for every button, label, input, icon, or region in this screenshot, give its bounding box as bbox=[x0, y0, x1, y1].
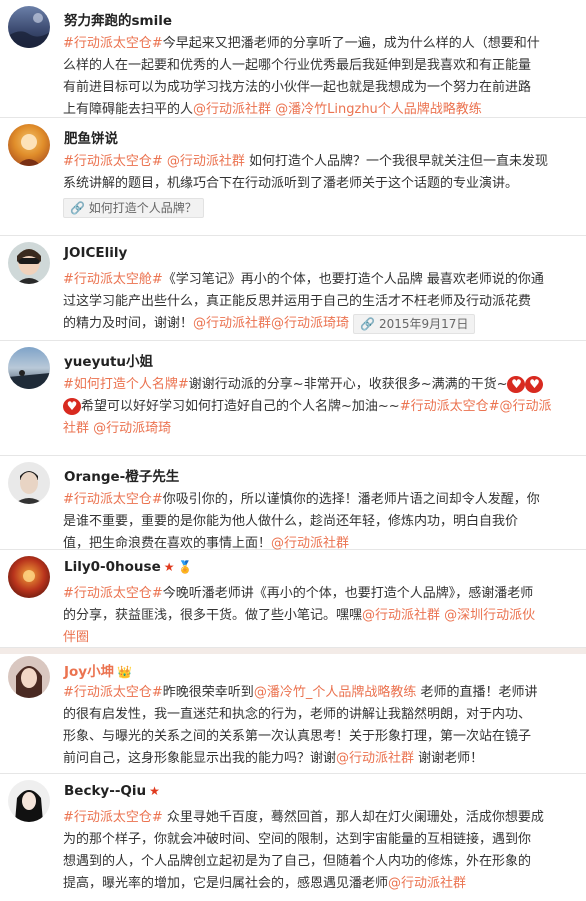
comment-post: Orange-橙子先生 #行动派太空仓#你吸引你的，所以谨慎你的选择！潘老师片语… bbox=[0, 456, 586, 551]
comment-line: 是谁不重要，重要的是你能为他人做什么，趁尚还年轻，修炼内功，明白自我价 bbox=[63, 514, 519, 529]
comment-text: #行动派太空舱#《学习笔记》再小的个体，也要打造个人品牌 最喜欢老师说的你通 过… bbox=[63, 269, 578, 335]
username-label: Becky--Qiu bbox=[64, 783, 147, 799]
comment-post: JOICElily #行动派太空舱#《学习笔记》再小的个体，也要打造个人品牌 最… bbox=[0, 236, 586, 341]
heart-icon: ♥ bbox=[63, 398, 81, 415]
comment-text: #如何打造个人名牌#谢谢行动派的分享~非常开心，收获很多~满满的干货~ ♥ ♥ ♥ 希… bbox=[63, 376, 552, 436]
heart-icon: ♥ bbox=[525, 376, 544, 393]
username[interactable]: Becky--Qiu ★ bbox=[64, 783, 160, 799]
medal-icon: 🏅 bbox=[177, 560, 193, 574]
hashtag-link[interactable]: #行动派太空仓# bbox=[63, 685, 163, 700]
mention-link[interactable]: @行动派社群 @潘冷竹Lingzhu个人品牌战略教练 bbox=[193, 102, 482, 117]
mention-link[interactable]: 伴圈 bbox=[63, 630, 89, 645]
comment-text: #行动派太空仓#昨晚很荣幸听到@潘冷竹_个人品牌战略教练 老师的直播！老师讲 的… bbox=[63, 682, 578, 770]
mention-link[interactable]: @行动派社群 bbox=[336, 751, 414, 766]
comment-feed: 努力奔跑的smile #行动派太空仓#今早起来又把潘老师的分享听了一遍，成为什么… bbox=[0, 0, 586, 901]
topic-chip-label: 如何打造个人品牌？ bbox=[88, 200, 197, 215]
comment-post: Becky--Qiu ★ #行动派太空仓# 众里寻她千百度，蓦然回首，那人却在灯火… bbox=[0, 774, 586, 901]
username[interactable]: 努力奔跑的smile bbox=[64, 9, 172, 29]
hashtag-link[interactable]: #行动派太空仓# bbox=[63, 810, 163, 825]
mention-link[interactable]: @行动派社群 bbox=[388, 876, 466, 891]
comment-line: 的很有启发性，我一直迷茫和执念的行为，老师的讲解让我豁然明朗，对于内功、 bbox=[63, 707, 532, 722]
comment-post: 肥鱼饼说 #行动派太空仓# @行动派社群 如何打造个人品牌？一个我很早就关注但一… bbox=[0, 118, 586, 236]
comment-text: #行动派太空仓#今早起来又把潘老师的分享听了一遍，成为什么样的人（想要和什 么样… bbox=[63, 33, 578, 121]
comment-post: 努力奔跑的smile #行动派太空仓#今早起来又把潘老师的分享听了一遍，成为什么… bbox=[0, 0, 586, 118]
hashtag-link[interactable]: #如何打造个人名牌# bbox=[63, 377, 189, 392]
hashtag-link[interactable]: #行动派太空舱# bbox=[63, 272, 163, 287]
date-chip-label: 2015年9月17日 bbox=[378, 316, 469, 331]
comment-line: 有前进目标可以为成功学习找方法的小伙伴一起也就是我想成为一个努力在前进路 bbox=[63, 80, 532, 95]
comment-post: Lily0-0house ★ 🏅 #行动派太空仓#今晚听潘老师讲《再小的个体，也要打… bbox=[0, 550, 586, 648]
avatar[interactable] bbox=[8, 462, 50, 504]
avatar[interactable] bbox=[8, 780, 50, 822]
mention-link[interactable]: @行动派社群 @深圳行动派伙 bbox=[362, 608, 535, 623]
mention-link[interactable]: @行动派社群 bbox=[271, 536, 349, 551]
username[interactable]: JOICElily bbox=[64, 245, 127, 261]
vip-badge-icon: 👑 bbox=[117, 665, 133, 679]
avatar[interactable] bbox=[8, 6, 50, 48]
avatar[interactable] bbox=[8, 656, 50, 698]
avatar[interactable] bbox=[8, 556, 50, 598]
username[interactable]: 肥鱼饼说 bbox=[64, 127, 118, 147]
star-badge-icon: ★ bbox=[163, 560, 175, 574]
username[interactable]: Lily0-0house ★ 🏅 bbox=[64, 559, 192, 575]
link-icon: 🔗 bbox=[70, 200, 89, 215]
username-label: Joy小坤 bbox=[64, 664, 115, 680]
mention-link[interactable]: @行动派社群@行动派琦琦 bbox=[193, 316, 349, 331]
mention-link[interactable]: 社群 @行动派琦琦 bbox=[63, 421, 171, 436]
avatar[interactable] bbox=[8, 242, 50, 284]
hashtag-link[interactable]: #行动派太空仓# bbox=[63, 36, 163, 51]
username[interactable]: yueyutu小姐 bbox=[64, 350, 153, 370]
username[interactable]: Joy小坤 👑 bbox=[64, 660, 132, 680]
comment-line: 么样的人在一起要和优秀的人一起哪个行业优秀最后我延伸到是我喜欢和有正能量 bbox=[63, 58, 532, 73]
comment-text: #行动派太空仓#你吸引你的，所以谨慎你的选择！潘老师片语之间却令人发醒，你 是谁… bbox=[63, 489, 578, 555]
topic-chip[interactable]: 🔗 如何打造个人品牌？ bbox=[63, 197, 204, 218]
comment-line: 系统讲解的题目，机缘巧合下在行动派听到了潘老师关于这个话题的专业演讲。 bbox=[63, 176, 519, 191]
comment-text: #行动派太空仓#今晚听潘老师讲《再小的个体，也要打造个人品牌》，感谢潘老师 的分… bbox=[63, 586, 536, 645]
heart-icon: ♥ bbox=[507, 376, 526, 393]
comment-post: yueyutu小姐 #如何打造个人名牌#谢谢行动派的分享~非常开心，收获很多~满… bbox=[0, 341, 586, 456]
avatar[interactable] bbox=[8, 124, 50, 166]
comment-line: 形象、与曝光的关系之间的关系第一次认真思考！关于形象打理，第一次站在镜子 bbox=[63, 729, 532, 744]
comment-line: 为的那个样子，你就会冲破时间、空间的限制，达到宇宙能量的互相链接，遇到你 bbox=[63, 832, 532, 847]
comment-line: 过这学习能产出些什么，真正能反思并运用于自己的生活才不枉老师及行动派花费 bbox=[63, 294, 532, 309]
avatar[interactable] bbox=[8, 347, 50, 389]
username[interactable]: Orange-橙子先生 bbox=[64, 465, 179, 485]
highlight-bar bbox=[0, 648, 586, 654]
link-icon: 🔗 bbox=[360, 316, 379, 331]
username-label: Lily0-0house bbox=[64, 559, 161, 575]
star-badge-icon: ★ bbox=[149, 784, 160, 798]
comment-line: 想遇到的人，个人品牌创立起初是为了自己，但随着个人内功的修炼，外在形象的 bbox=[63, 854, 532, 869]
mention-link[interactable]: @潘冷竹_个人品牌战略教练 bbox=[254, 685, 417, 700]
hashtag-link[interactable]: #行动派太空仓# bbox=[63, 586, 163, 601]
hashtag-link[interactable]: #行动派太空仓# bbox=[63, 492, 163, 507]
date-chip[interactable]: 🔗 2015年9月17日 bbox=[353, 313, 476, 334]
hashtag-link[interactable]: #行动派太空仓# @行动派社群 bbox=[63, 154, 245, 169]
comment-text: #行动派太空仓# @行动派社群 如何打造个人品牌？一个我很早就关注但一直未发现 … bbox=[63, 151, 578, 219]
hashtag-link[interactable]: #行动派太空仓#@行动派 bbox=[400, 399, 552, 414]
comment-post: Joy小坤 👑 #行动派太空仓#昨晚很荣幸听到@潘冷竹_个人品牌战略教练 老师的直… bbox=[0, 648, 586, 774]
comment-text: #行动派太空仓# 众里寻她千百度，蓦然回首，那人却在灯火阑珊处，活成你想要成 为… bbox=[63, 807, 578, 895]
